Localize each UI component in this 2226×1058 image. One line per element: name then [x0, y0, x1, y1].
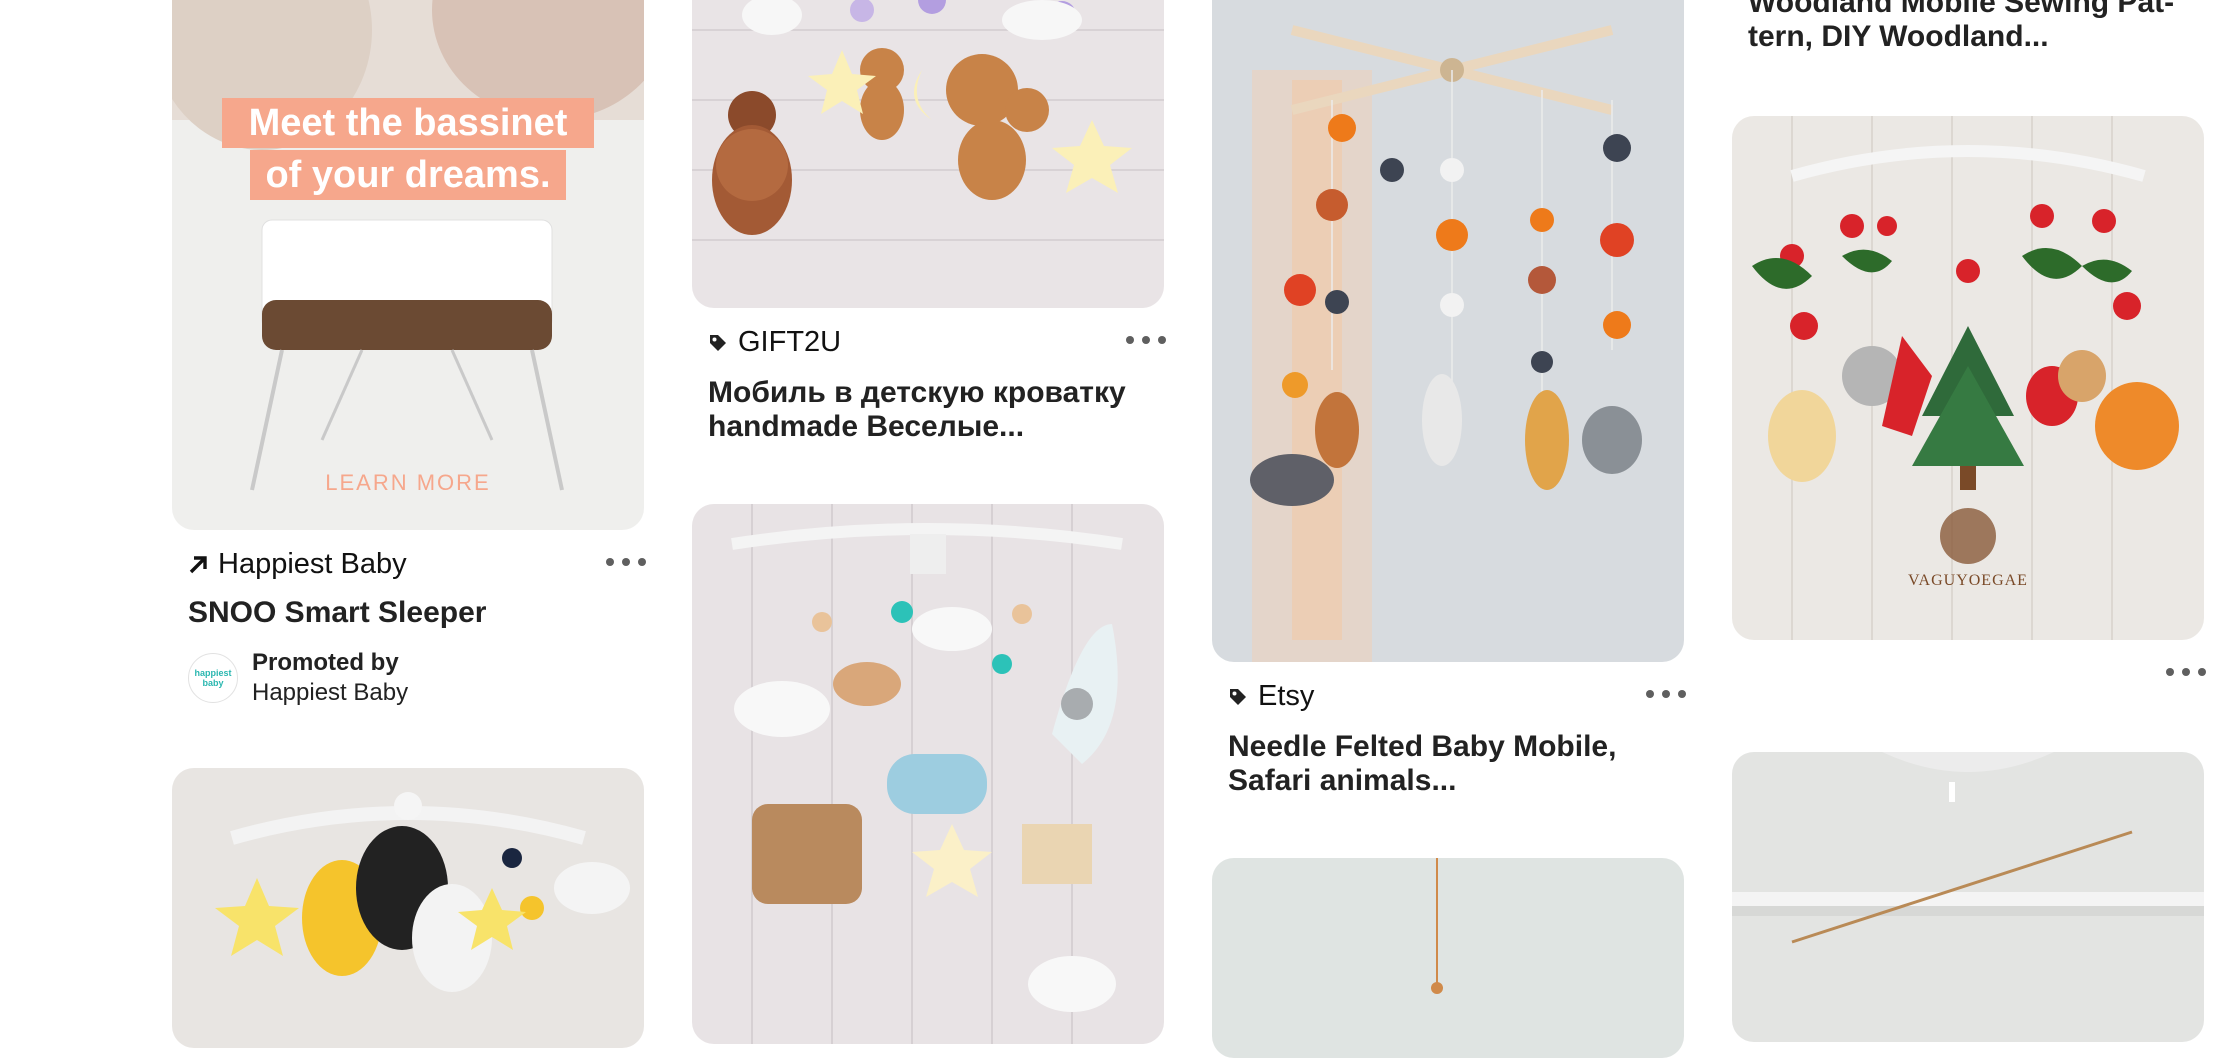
pin-title-line2: handmade Веселые...	[708, 410, 1025, 443]
ad-headline-line1: Meet the bassinet	[248, 102, 568, 144]
pin-image-felt-bears[interactable]	[692, 0, 1164, 308]
more-options-button[interactable]	[2166, 660, 2206, 684]
pin-title[interactable]: Мобиль в детскую кроватку handmade Весел…	[708, 376, 1126, 444]
pin-image-woodland-animals[interactable]: VAGUYOEGAE	[1732, 116, 2204, 640]
ad-cta-text: LEARN MORE	[325, 470, 491, 495]
pin-title-line1: Woodland Mobile Sewing Pat-	[1748, 0, 2175, 19]
tag-icon	[708, 333, 728, 353]
pin-title-line1: Needle Felted Baby Mobile,	[1228, 730, 1617, 763]
pin-source-gift2u[interactable]: GIFT2U	[708, 326, 841, 359]
pin-title[interactable]: Woodland Mobile Sewing Pat- tern, DIY Wo…	[1748, 0, 2174, 54]
pin-image-snoo-ad[interactable]: Meet the bassinet of your dreams. LEARN …	[172, 0, 644, 530]
pin-source-etsy[interactable]: Etsy	[1228, 680, 1314, 713]
pin-source-label: GIFT2U	[738, 326, 842, 358]
more-options-button[interactable]	[606, 550, 646, 574]
arrow-up-right-icon	[188, 555, 208, 575]
pin-title[interactable]: SNOO Smart Sleeper	[188, 596, 486, 630]
pin-image-felt-transport[interactable]	[692, 504, 1164, 1044]
woodland-logo-text: VAGUYOEGAE	[1908, 572, 2028, 589]
avatar: happiest baby	[188, 653, 238, 703]
more-options-button[interactable]	[1126, 328, 1166, 352]
pin-title-line2: Safari animals...	[1228, 764, 1457, 797]
promoted-by-name: Happiest Baby	[252, 679, 409, 706]
pin-image-safari-animals[interactable]	[1212, 0, 1684, 662]
pin-title-line2: tern, DIY Woodland...	[1748, 20, 2049, 53]
pin-title-line1: Мобиль в детскую кроватку	[708, 376, 1126, 409]
promoted-by-block[interactable]: happiest baby Promoted by Happiest Baby	[188, 648, 408, 708]
pin-image-ceiling-mobile[interactable]	[1732, 752, 2204, 1042]
pin-image-wooden-mobile[interactable]	[1212, 858, 1684, 1058]
ad-headline-line2: of your dreams.	[265, 154, 551, 196]
more-options-button[interactable]	[1646, 682, 1686, 706]
pin-source-label: Etsy	[1258, 680, 1315, 712]
pin-source-happiest-baby[interactable]: Happiest Baby	[188, 548, 407, 581]
promoted-label: Promoted by	[252, 649, 399, 676]
tag-icon	[1228, 687, 1248, 707]
pin-image-felt-balloons[interactable]	[172, 768, 644, 1048]
pin-source-label: Happiest Baby	[218, 548, 407, 580]
pin-title[interactable]: Needle Felted Baby Mobile, Safari animal…	[1228, 730, 1616, 798]
